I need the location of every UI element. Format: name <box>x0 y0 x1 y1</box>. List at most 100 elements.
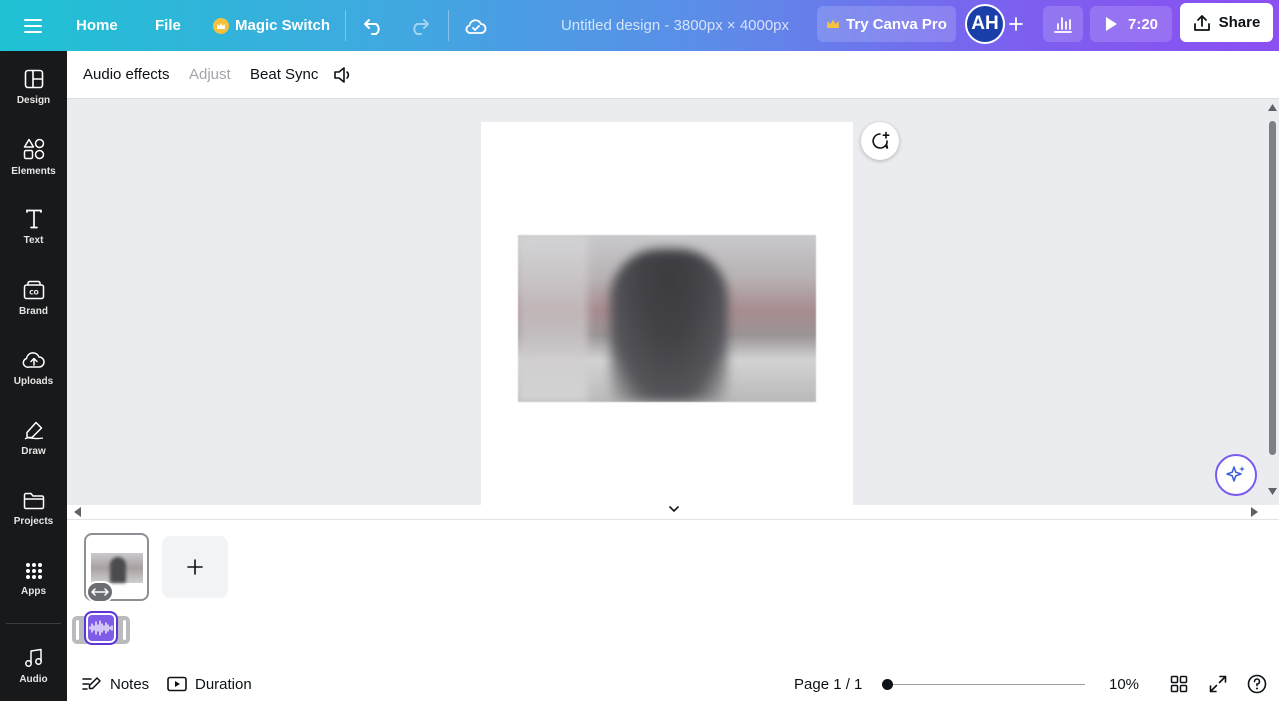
cloud-check-icon <box>465 18 487 34</box>
magic-assistant-button[interactable] <box>1215 454 1257 496</box>
video-background <box>518 235 588 402</box>
sidebar-item-label: Apps <box>21 585 46 597</box>
apps-grid-icon <box>25 562 42 579</box>
plus-icon <box>187 559 203 575</box>
audio-effects-button[interactable]: Audio effects <box>83 51 169 98</box>
vertical-scroll-thumb[interactable] <box>1269 121 1276 455</box>
sidebar: Design Elements Text CO Brand Uploads Dr… <box>0 51 67 701</box>
menu-button[interactable] <box>20 0 46 51</box>
beat-sync-button[interactable]: Beat Sync <box>250 51 318 98</box>
sidebar-item-audio[interactable]: Audio <box>0 636 67 696</box>
brand-icon: CO <box>23 280 44 299</box>
notes-pencil-icon <box>82 677 101 690</box>
sidebar-item-projects[interactable]: Projects <box>0 479 67 539</box>
sidebar-item-apps[interactable]: Apps <box>0 549 67 609</box>
waveform-icon <box>89 620 113 636</box>
share-label: Share <box>1218 14 1261 31</box>
try-canva-pro-button[interactable]: Try Canva Pro <box>817 6 956 42</box>
zoom-level[interactable]: 10% <box>1109 670 1139 698</box>
sidebar-item-text[interactable]: Text <box>0 197 67 257</box>
sidebar-item-label: Projects <box>13 515 54 527</box>
hamburger-icon <box>24 18 42 33</box>
duration-button[interactable]: Duration <box>167 670 252 698</box>
sidebar-item-design[interactable]: Design <box>0 57 67 117</box>
magic-switch-label: Magic Switch <box>235 17 331 34</box>
resize-horizontal-icon <box>91 588 109 596</box>
plus-icon <box>1009 17 1023 31</box>
help-button[interactable] <box>1245 672 1269 696</box>
share-upload-icon <box>1193 14 1210 31</box>
svg-text:CO: CO <box>29 289 39 296</box>
play-duration: 7:20 <box>1127 15 1159 33</box>
volume-button[interactable] <box>333 51 353 98</box>
invite-button[interactable] <box>1006 10 1026 38</box>
video-element[interactable] <box>518 235 816 402</box>
zoom-slider-track[interactable] <box>882 684 1085 685</box>
page-indicator[interactable]: Page 1 / 1 <box>794 670 862 698</box>
scroll-up-arrow-icon <box>1268 104 1277 111</box>
audio-trim-handle-left[interactable] <box>76 620 79 640</box>
magic-switch-button[interactable]: Magic Switch <box>213 0 330 51</box>
elements-icon <box>23 138 44 159</box>
sidebar-item-elements[interactable]: Elements <box>0 127 67 187</box>
save-status-button[interactable] <box>465 0 487 51</box>
scroll-left-arrow-icon <box>74 507 81 517</box>
draw-pen-icon <box>24 421 43 440</box>
insights-button[interactable] <box>1043 6 1083 42</box>
design-icon <box>24 69 43 88</box>
sidebar-item-label: Audio <box>19 673 48 685</box>
fullscreen-button[interactable] <box>1206 672 1230 696</box>
zoom-slider-handle[interactable] <box>882 679 893 690</box>
add-comment-button[interactable] <box>861 122 899 160</box>
home-button[interactable]: Home <box>76 0 118 51</box>
scroll-right-arrow-icon <box>1251 507 1258 517</box>
video-duration-icon <box>167 676 187 692</box>
sidebar-divider <box>6 623 61 624</box>
audio-clip[interactable] <box>84 611 118 645</box>
notes-button[interactable]: Notes <box>82 670 149 698</box>
add-page-button[interactable] <box>162 536 228 598</box>
avatar[interactable]: AH <box>965 4 1005 44</box>
timeline-panel: Notes Duration Page 1 / 1 10% <box>67 520 1279 701</box>
try-canva-pro-label: Try Canva Pro <box>846 15 947 33</box>
context-toolbar: Audio effects Adjust Beat Sync <box>67 51 1279 99</box>
sparkle-icon <box>1226 466 1245 482</box>
sidebar-item-brand[interactable]: CO Brand <box>0 268 67 328</box>
undo-button[interactable] <box>363 0 385 51</box>
collapse-timeline-button[interactable] <box>634 497 714 513</box>
top-bar: Home File Magic Switch Untitled design -… <box>0 0 1279 51</box>
crown-icon <box>213 17 229 34</box>
undo-icon <box>364 18 380 35</box>
adjust-button[interactable]: Adjust <box>189 51 231 98</box>
page-duration-handle[interactable] <box>86 581 114 603</box>
grid-view-icon <box>1170 675 1188 693</box>
share-button[interactable]: Share <box>1180 3 1273 42</box>
audio-track[interactable] <box>72 611 130 645</box>
page-thumbnail-subject <box>110 557 126 583</box>
sidebar-item-draw[interactable]: Draw <box>0 408 67 468</box>
play-icon <box>1105 17 1117 31</box>
divider <box>345 10 346 41</box>
sidebar-item-label: Text <box>23 234 44 246</box>
scroll-down-arrow-icon <box>1268 488 1277 495</box>
grid-view-button[interactable] <box>1167 672 1191 696</box>
canvas-area <box>67 99 1279 505</box>
sidebar-item-uploads[interactable]: Uploads <box>0 338 67 398</box>
chevron-down-icon <box>669 506 679 513</box>
redo-button[interactable] <box>408 0 430 51</box>
sidebar-item-label: Elements <box>11 165 56 177</box>
audio-trim-handle-right[interactable] <box>123 620 126 640</box>
file-button[interactable]: File <box>155 0 181 51</box>
text-icon <box>25 209 42 228</box>
notes-label: Notes <box>110 675 150 693</box>
present-play-button[interactable]: 7:20 <box>1090 6 1172 42</box>
page-thumbnail-preview <box>91 553 143 583</box>
vertical-scrollbar[interactable] <box>1266 99 1279 505</box>
document-title[interactable]: Untitled design - 3800px × 4000px <box>520 0 830 51</box>
music-note-icon <box>24 648 42 667</box>
sidebar-item-label: Uploads <box>13 375 54 387</box>
cloud-upload-icon <box>22 351 45 368</box>
redo-icon <box>413 18 429 35</box>
comment-plus-icon <box>872 131 890 149</box>
horizontal-scrollbar[interactable] <box>67 497 1279 520</box>
